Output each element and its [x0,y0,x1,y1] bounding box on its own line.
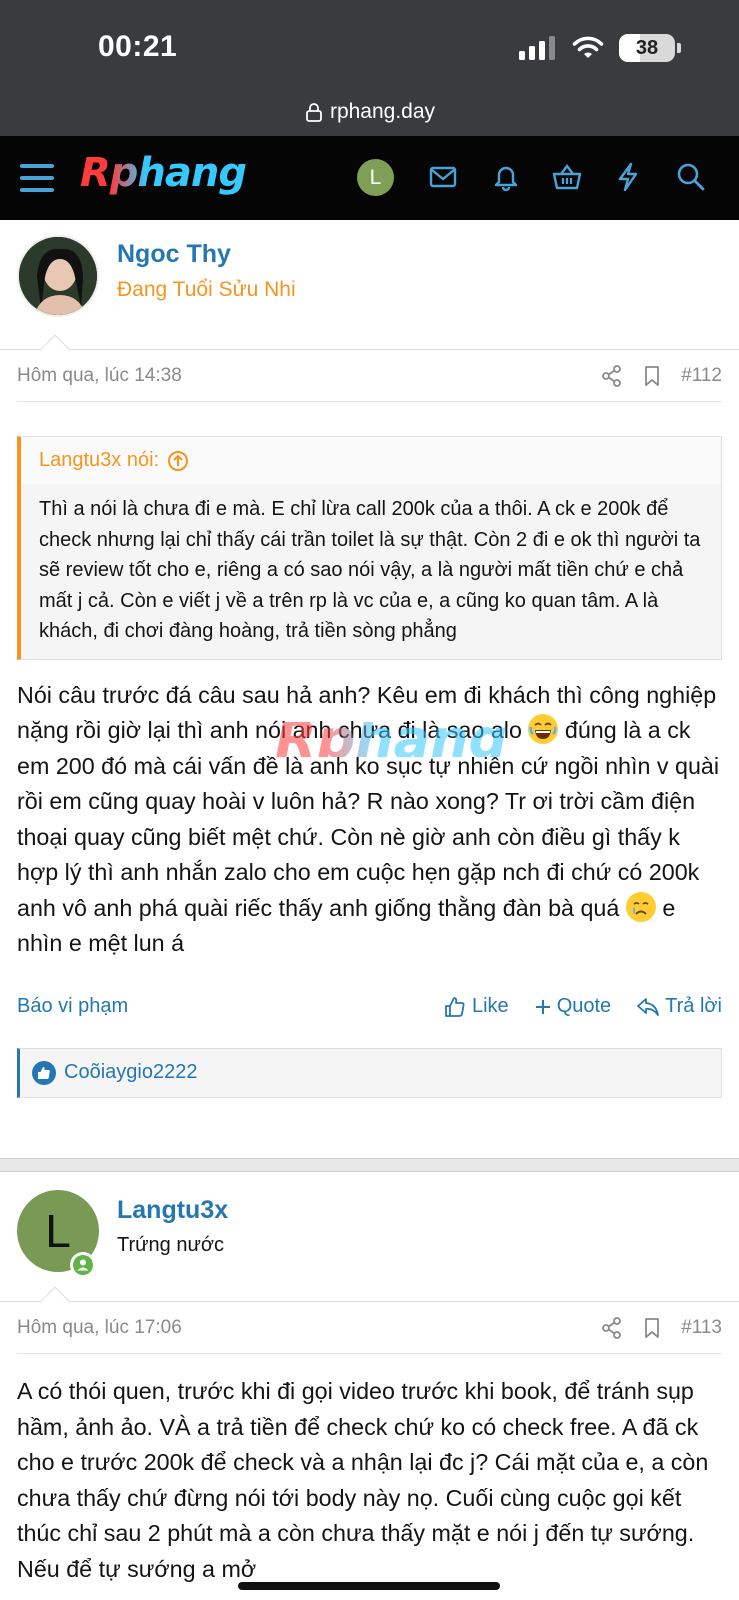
signal-icon [519,36,555,60]
bookmark-icon[interactable] [643,365,661,387]
mail-icon[interactable] [428,162,458,192]
like-button[interactable]: Like [444,995,509,1018]
user-avatar-button[interactable]: L [357,159,394,196]
post-user-block: Ngoc Thy Đang Tuổi Sửu Nhi [0,220,739,366]
reactions-bar[interactable]: Coõiaygio2222 [17,1047,722,1098]
quote-block: Langtu3x nói: Thì a nói là chưa đi e mà.… [17,436,722,660]
status-time: 00:21 [98,30,178,63]
post-user-block: L Langtu3x Trứng nước [0,1172,739,1318]
bell-icon[interactable] [491,162,521,192]
menu-icon[interactable] [18,158,58,198]
author-title: Trứng nước [117,1234,224,1256]
wifi-icon [572,36,604,58]
status-bar: 00:21 38 [0,0,739,88]
post-113: L Langtu3x Trứng nước Hôm qua, lúc 17:06 [0,1172,739,1600]
report-link[interactable]: Báo vi phạm [17,995,128,1018]
bookmark-icon[interactable] [643,1317,661,1339]
post-number[interactable]: #113 [681,1317,722,1339]
flash-icon[interactable] [614,162,642,192]
arrow-up-circle-icon[interactable] [167,450,189,472]
site-header: Rphang L [0,136,739,220]
author-name[interactable]: Langtu3x [117,1196,228,1225]
battery-indicator: 38 [619,34,675,62]
online-status-icon [70,1252,96,1278]
post-divider [0,1158,739,1172]
plus-icon [535,999,550,1014]
reaction-user[interactable]: Coõiaygio2222 [64,1061,197,1084]
home-indicator [238,1582,500,1590]
post-meta: Hôm qua, lúc 17:06 #113 [17,1302,722,1354]
quote-text: Thì a nói là chưa đi e mà. E chỉ lừa cal… [39,498,701,642]
thumbs-up-icon [445,996,465,1017]
reply-button[interactable]: Trả lời [637,995,722,1018]
author-name[interactable]: Ngoc Thy [117,240,231,269]
post-112: Ngoc Thy Đang Tuổi Sửu Nhi Hôm qua, lúc … [0,220,739,1158]
quote-author[interactable]: Langtu3x nói: [39,449,159,472]
site-logo[interactable]: Rphang [80,150,247,196]
like-reaction-icon [32,1060,56,1085]
author-avatar[interactable] [17,235,99,317]
post-body: A có thói quen, trước khi đi gọi video t… [17,1378,709,1582]
laughing-emoji-icon [528,714,559,744]
post-body: Nói câu trước đá câu sau hả anh? Kêu em … [17,681,720,957]
post-actions: Báo vi phạm Like Quote Trả lời [17,990,722,1024]
basket-icon[interactable] [551,162,583,192]
author-title: Đang Tuổi Sửu Nhi [117,278,296,301]
url-text: rphang.day [329,100,436,123]
quote-button[interactable]: Quote [535,995,611,1018]
quote-header[interactable]: Langtu3x nói: [21,437,721,484]
post-date[interactable]: Hôm qua, lúc 17:06 [17,1317,182,1339]
url-bar[interactable]: rphang.day [0,88,739,136]
status-icons: 38 [519,34,681,62]
share-icon[interactable] [601,1316,623,1339]
reply-icon [637,997,660,1016]
crying-emoji-icon [625,891,656,922]
post-meta: Hôm qua, lúc 14:38 #112 [17,350,722,402]
lock-icon [306,103,322,122]
post-number[interactable]: #112 [681,365,722,387]
share-icon[interactable] [601,364,623,387]
post-date[interactable]: Hôm qua, lúc 14:38 [17,365,182,387]
search-icon[interactable] [676,162,706,192]
